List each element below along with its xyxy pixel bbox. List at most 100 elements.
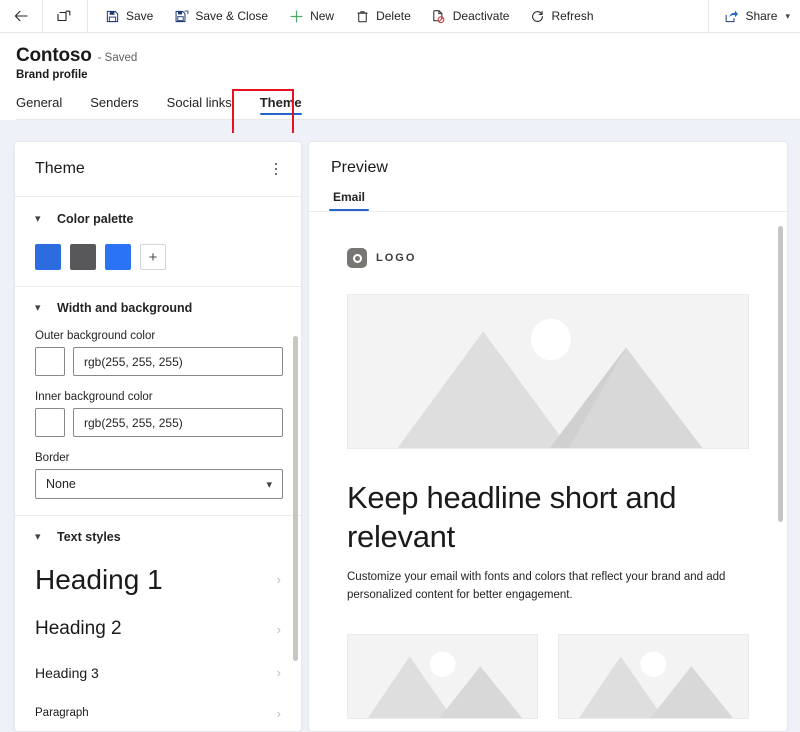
border-select[interactable]: None ▾	[35, 469, 283, 499]
text-style-heading-2-label: Heading 2	[35, 618, 122, 639]
refresh-icon	[529, 8, 545, 24]
outer-background-color-field	[35, 347, 283, 376]
open-in-new-window-button[interactable]	[43, 0, 87, 32]
theme-panel-scrollbar-thumb[interactable]	[293, 336, 298, 661]
text-style-heading-3[interactable]: Heading 3 ›	[35, 660, 283, 686]
border-select-value: None	[46, 477, 76, 491]
save-icon	[104, 8, 120, 24]
save-and-close-icon	[173, 8, 189, 24]
section-color-palette: ▾ Color palette +	[15, 198, 301, 287]
delete-button[interactable]: Delete	[344, 0, 421, 32]
save-and-close-button[interactable]: Save & Close	[163, 0, 278, 32]
tab-social-links[interactable]: Social links	[153, 92, 246, 119]
share-label: Share	[745, 9, 778, 23]
header-divider	[16, 119, 800, 120]
trash-icon	[354, 8, 370, 24]
preview-tab-list: Email	[328, 188, 787, 211]
chevron-right-icon: ›	[276, 621, 281, 637]
section-color-palette-header[interactable]: ▾ Color palette	[35, 212, 283, 226]
color-swatch-list: +	[35, 244, 283, 270]
save-label: Save	[126, 9, 154, 23]
delete-label: Delete	[376, 9, 411, 23]
chevron-right-icon: ›	[276, 705, 281, 721]
add-color-button[interactable]: +	[140, 244, 166, 270]
email-body: LOGO Keep headline short and relevant Cu…	[325, 223, 771, 720]
outer-background-color-input[interactable]	[73, 347, 283, 376]
preview-tab-email[interactable]: Email	[328, 188, 370, 211]
theme-panel: Theme ▾ Color palette + ▾ Width and back…	[14, 141, 302, 732]
save-state-label: - Saved	[97, 52, 138, 64]
section-color-palette-title: Color palette	[57, 212, 134, 226]
workspace: Theme ▾ Color palette + ▾ Width and back…	[0, 133, 800, 732]
preview-scrollbar-thumb[interactable]	[778, 226, 783, 522]
refresh-button[interactable]: Refresh	[519, 0, 603, 32]
section-text-styles-title: Text styles	[57, 530, 121, 544]
plus-icon: +	[148, 248, 158, 266]
deactivate-button[interactable]: Deactivate	[421, 0, 520, 32]
page-header: Contoso - Saved Brand profile General Se…	[0, 33, 800, 135]
section-width-and-background-header[interactable]: ▾ Width and background	[35, 301, 283, 315]
chevron-right-icon: ›	[276, 665, 281, 681]
preview-panel-title: Preview	[331, 159, 388, 176]
command-bar-right-group: Share ▾	[708, 0, 800, 32]
inner-background-color-field	[35, 408, 283, 437]
share-button[interactable]: Share ▾	[713, 0, 800, 32]
text-style-heading-1[interactable]: Heading 1 ›	[35, 558, 283, 601]
deactivate-label: Deactivate	[452, 9, 510, 23]
outer-background-color-chip[interactable]	[35, 347, 65, 376]
chevron-down-icon: ▾	[35, 301, 41, 314]
tab-senders[interactable]: Senders	[76, 92, 152, 119]
plus-icon	[288, 8, 304, 24]
text-style-heading-2[interactable]: Heading 2 ›	[35, 613, 283, 646]
email-placeholder-card-1	[347, 634, 538, 720]
preview-tab-email-label: Email	[333, 190, 366, 204]
color-swatch-1[interactable]	[35, 244, 61, 270]
refresh-label: Refresh	[551, 9, 594, 23]
section-width-and-background: ▾ Width and background Outer background …	[15, 287, 301, 516]
section-width-and-background-title: Width and background	[57, 301, 193, 315]
preview-header-divider	[309, 211, 787, 212]
share-icon	[723, 8, 739, 24]
popout-icon	[57, 10, 71, 22]
email-logo-label: LOGO	[376, 252, 417, 264]
chevron-down-icon: ▾	[35, 212, 41, 225]
back-button[interactable]	[0, 0, 42, 32]
theme-panel-body[interactable]: ▾ Color palette + ▾ Width and background	[15, 198, 301, 731]
toolbar-divider-3	[708, 0, 710, 32]
color-swatch-2[interactable]	[70, 244, 96, 270]
text-style-heading-3-label: Heading 3	[35, 664, 99, 681]
border-label: Border	[35, 452, 70, 464]
inner-background-color-input[interactable]	[73, 408, 283, 437]
page-title: Contoso	[16, 45, 92, 66]
email-placeholder-card-2	[558, 634, 749, 720]
tab-theme[interactable]: Theme	[246, 92, 316, 119]
email-hero-image	[347, 294, 749, 449]
save-and-close-label: Save & Close	[195, 9, 269, 23]
chevron-right-icon: ›	[276, 572, 281, 587]
section-text-styles: ▾ Text styles Heading 1 › Heading 2 › He…	[15, 516, 301, 731]
chevron-down-icon: ▾	[785, 10, 790, 21]
entity-name-label: Brand profile	[16, 69, 88, 81]
tab-senders-label: Senders	[90, 95, 139, 110]
color-swatch-3[interactable]	[105, 244, 131, 270]
logo-icon	[347, 248, 367, 268]
outer-background-color-label: Outer background color	[35, 330, 156, 342]
toolbar-divider-2	[87, 0, 88, 32]
email-headline: Keep headline short and relevant	[347, 480, 677, 555]
save-button[interactable]: Save	[94, 0, 163, 32]
record-title-row: Contoso - Saved	[16, 45, 800, 67]
command-bar: Save Save & Close New Delete Deactivate …	[0, 0, 800, 33]
text-style-heading-1-label: Heading 1	[35, 564, 163, 595]
preview-panel-header: Preview Email	[309, 142, 787, 211]
inner-background-color-chip[interactable]	[35, 408, 65, 437]
section-text-styles-header[interactable]: ▾ Text styles	[35, 530, 283, 544]
new-button[interactable]: New	[278, 0, 344, 32]
tab-general[interactable]: General	[16, 92, 76, 119]
theme-panel-title: Theme	[35, 160, 85, 177]
email-preview-canvas[interactable]: LOGO Keep headline short and relevant Cu…	[309, 223, 787, 731]
more-commands-icon[interactable]	[269, 159, 284, 180]
text-style-paragraph[interactable]: Paragraph ›	[35, 702, 283, 725]
theme-panel-header: Theme	[15, 142, 301, 197]
new-label: New	[310, 9, 335, 23]
tab-theme-label: Theme	[259, 95, 302, 110]
